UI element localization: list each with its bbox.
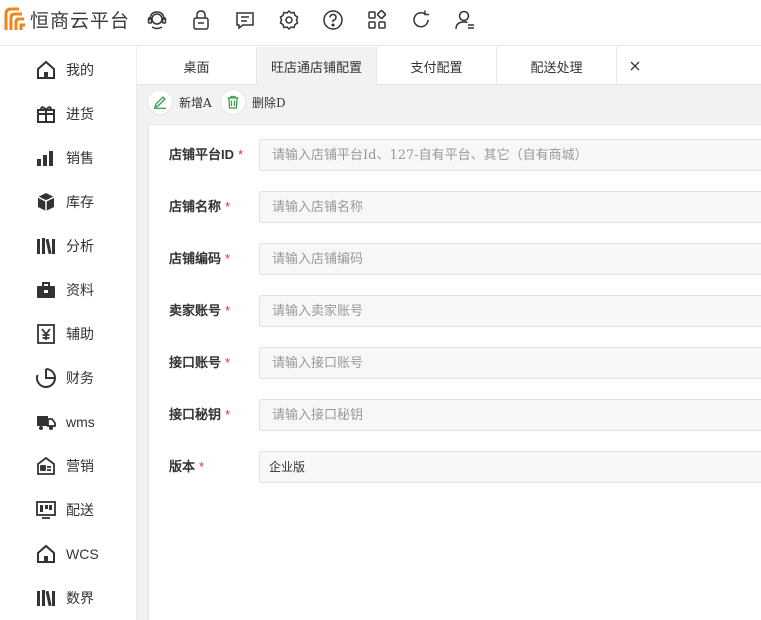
- field-label: 店铺编码 *: [169, 251, 231, 266]
- field-label: 店铺平台ID *: [169, 147, 244, 162]
- form-row-seller-account: 卖家账号 *: [149, 295, 761, 327]
- main-content: 桌面 旺店通店铺配置 支付配置 配送处理 新增A 删除D 店铺平台ID* 店铺名…: [137, 47, 761, 620]
- sidebar-item-label: 财务: [66, 370, 94, 386]
- store-code-input[interactable]: [259, 243, 761, 275]
- field-label: 版本 *: [169, 459, 205, 474]
- help-icon[interactable]: [322, 9, 344, 31]
- sidebar-item-label: wms: [66, 414, 95, 430]
- refresh-icon[interactable]: [410, 9, 432, 31]
- sidebar-item-label: 辅助: [66, 326, 94, 342]
- platform-id-input[interactable]: [259, 139, 761, 171]
- sidebar-item-analysis[interactable]: 分析: [0, 224, 137, 268]
- bar-chart-icon: [35, 147, 57, 169]
- sidebar: 我的 进货 销售 库存 分析 资料 辅助 财务 wms 营销 配送 WCS 数界: [0, 47, 137, 620]
- form-row-api-secret: 接口秘钥 *: [149, 399, 761, 431]
- sidebar-item-label: 配送: [66, 502, 94, 518]
- sidebar-item-assist[interactable]: 辅助: [0, 312, 137, 356]
- briefcase-icon: [35, 279, 57, 301]
- sidebar-item-finance[interactable]: 财务: [0, 356, 137, 400]
- trash-icon: [220, 89, 246, 115]
- lock-icon[interactable]: [190, 9, 212, 31]
- sidebar-item-label: 销售: [66, 150, 94, 166]
- add-button[interactable]: 新增A: [147, 89, 212, 115]
- sidebar-item-label: 数界: [66, 590, 94, 606]
- sidebar-item-mine[interactable]: 我的: [0, 48, 137, 92]
- truck-icon: [35, 411, 57, 433]
- app-logo[interactable]: 恒商云平台: [2, 6, 130, 32]
- toolbar: 新增A 删除D: [137, 85, 761, 120]
- sidebar-item-purchase[interactable]: 进货: [0, 92, 137, 136]
- tab-bar: 桌面 旺店通店铺配置 支付配置 配送处理: [137, 47, 761, 85]
- form-row-store-name: 店铺名称 *: [149, 191, 761, 223]
- logo-text: 恒商云平台: [30, 9, 131, 32]
- yen-doc-icon: [35, 323, 57, 345]
- tab-desktop[interactable]: 桌面: [137, 47, 257, 85]
- sidebar-item-label: 分析: [66, 238, 94, 254]
- store-config-form: 店铺平台ID* 店铺名称* 店铺编码* 卖家账号* 接口账号* 接口秘钥* 版本…: [148, 124, 761, 620]
- id-card-icon: [35, 455, 57, 477]
- sidebar-item-delivery[interactable]: 配送: [0, 488, 137, 532]
- delete-button[interactable]: 删除D: [220, 89, 286, 115]
- sidebar-item-sales[interactable]: 销售: [0, 136, 137, 180]
- sidebar-item-marketing[interactable]: 营销: [0, 444, 137, 488]
- sidebar-item-label: 进货: [66, 106, 94, 122]
- top-bar: 恒商云平台: [0, 0, 761, 46]
- message-icon[interactable]: [234, 9, 256, 31]
- sidebar-item-label: 库存: [66, 194, 94, 210]
- user-icon[interactable]: [454, 9, 476, 31]
- tab-payment-config[interactable]: 支付配置: [377, 47, 497, 85]
- field-label: 接口秘钥 *: [169, 407, 231, 422]
- form-row-version: 版本 * 企业版: [149, 451, 761, 483]
- pie-icon: [35, 367, 57, 389]
- home-icon: [35, 543, 57, 565]
- form-row-api-account: 接口账号 *: [149, 347, 761, 379]
- store-name-input[interactable]: [259, 191, 761, 223]
- sidebar-item-label: WCS: [66, 546, 99, 562]
- sidebar-item-label: 营销: [66, 458, 94, 474]
- sidebar-item-wcs[interactable]: WCS: [0, 532, 137, 576]
- form-row-platform-id: 店铺平台ID *: [149, 139, 761, 171]
- sidebar-item-wms[interactable]: wms: [0, 400, 137, 444]
- version-select[interactable]: 企业版: [259, 451, 761, 483]
- home-icon: [35, 59, 57, 81]
- books-icon: [35, 587, 57, 609]
- sidebar-item-label: 我的: [66, 62, 94, 78]
- field-label: 接口账号 *: [169, 355, 231, 370]
- edit-icon: [147, 89, 173, 115]
- close-icon[interactable]: [617, 47, 653, 85]
- tab-delivery-processing[interactable]: 配送处理: [497, 47, 617, 85]
- apps-icon[interactable]: [366, 9, 388, 31]
- sidebar-item-inventory[interactable]: 库存: [0, 180, 137, 224]
- sidebar-item-data[interactable]: 资料: [0, 268, 137, 312]
- settings-icon[interactable]: [278, 9, 300, 31]
- seller-account-input[interactable]: [259, 295, 761, 327]
- books-icon: [35, 235, 57, 257]
- sidebar-item-data-world[interactable]: 数界: [0, 576, 137, 620]
- form-row-store-code: 店铺编码 *: [149, 243, 761, 275]
- logo-mark-icon: [4, 7, 25, 30]
- field-label: 卖家账号 *: [169, 303, 231, 318]
- field-label: 店铺名称 *: [169, 199, 231, 214]
- sidebar-item-label: 资料: [66, 282, 94, 298]
- support-icon[interactable]: [146, 9, 168, 31]
- api-secret-input[interactable]: [259, 399, 761, 431]
- gift-box-icon: [35, 103, 57, 125]
- tab-wdt-store-config[interactable]: 旺店通店铺配置: [257, 47, 377, 85]
- cube-icon: [35, 191, 57, 213]
- monitor-icon: [35, 499, 57, 521]
- api-account-input[interactable]: [259, 347, 761, 379]
